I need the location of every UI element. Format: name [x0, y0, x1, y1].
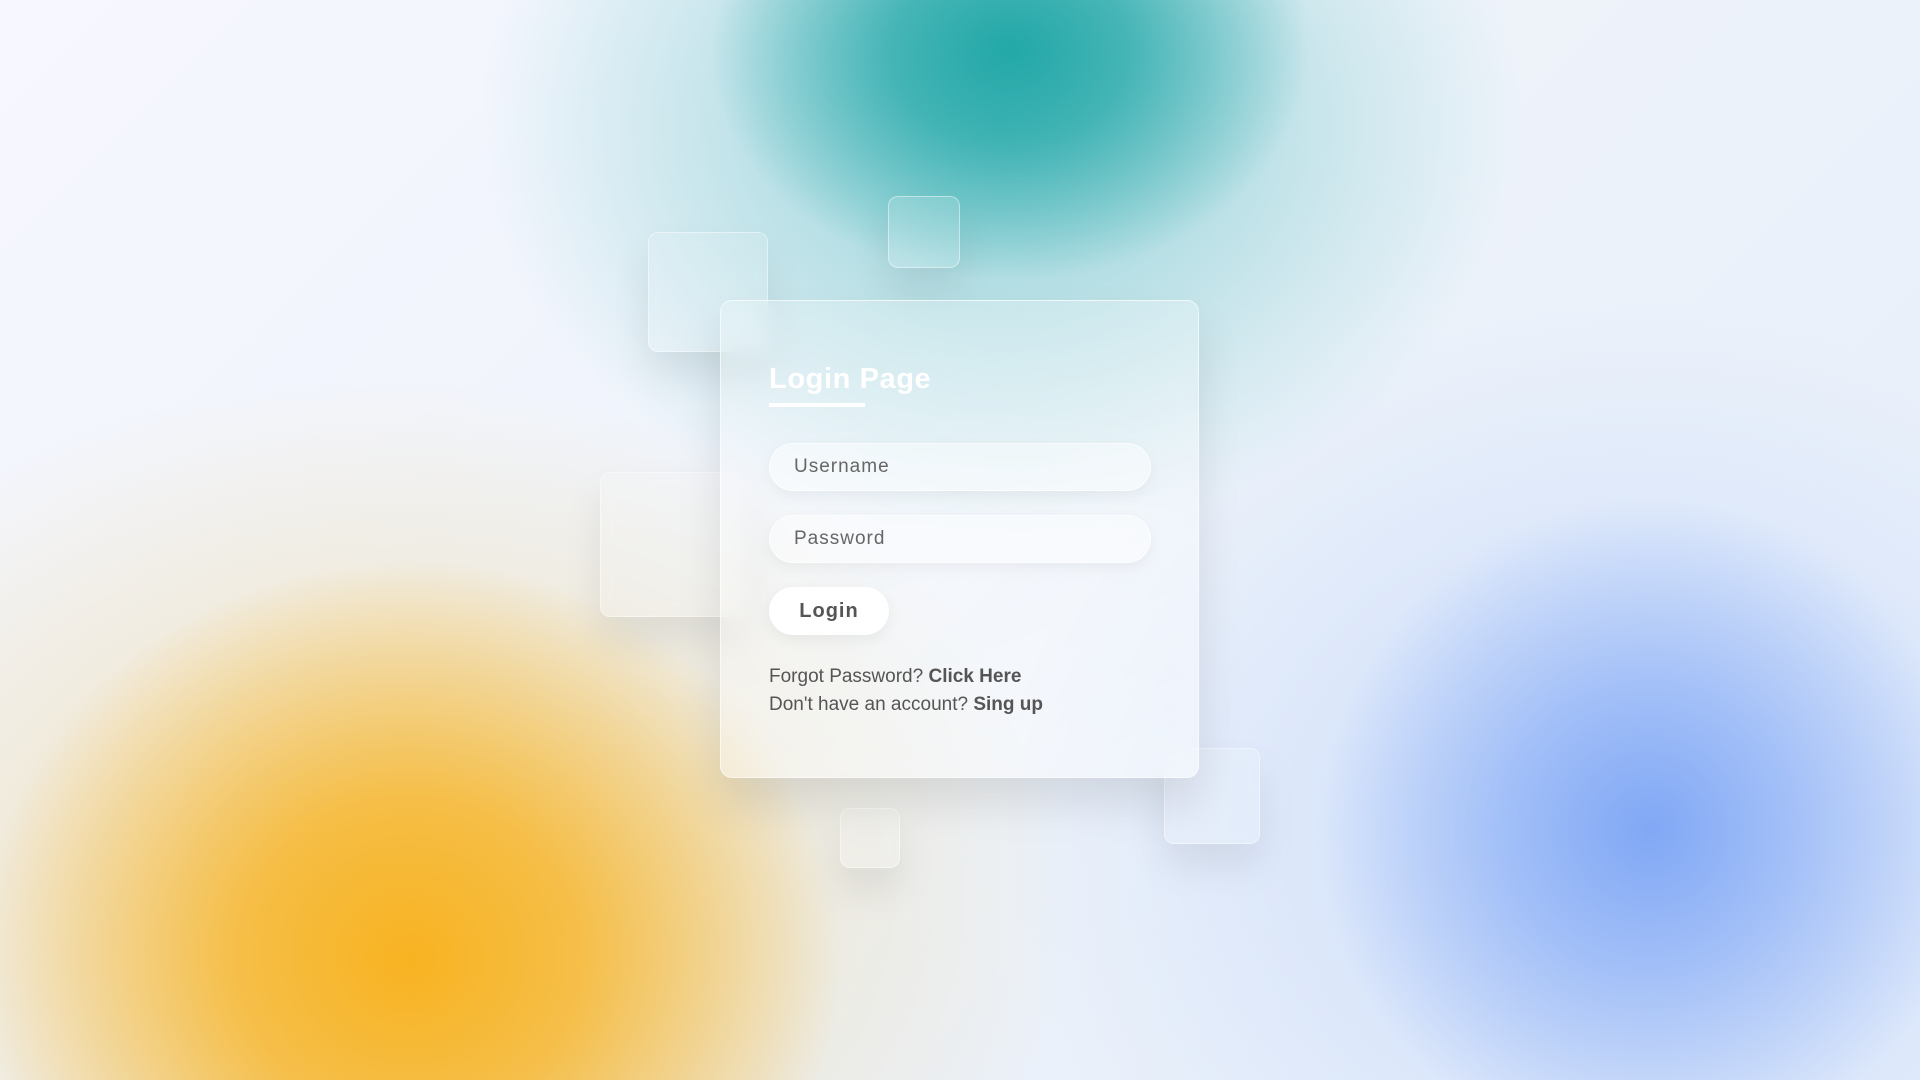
forgot-password-text: Forgot Password?: [769, 666, 924, 687]
no-account-text: Don't have an account?: [769, 694, 969, 715]
decorative-glass-square: [888, 196, 960, 268]
page-title: Login Page: [769, 363, 932, 395]
decorative-glass-square: [840, 808, 900, 868]
username-input[interactable]: [769, 443, 1151, 491]
forgot-password-line: Forgot Password? Click Here: [769, 663, 1150, 691]
signup-link[interactable]: Sing up: [973, 694, 1043, 715]
forgot-password-link[interactable]: Click Here: [928, 666, 1021, 687]
login-button[interactable]: Login: [769, 587, 889, 635]
login-card: Login Page Login Forgot Password? Click …: [720, 300, 1199, 778]
title-underline: [769, 403, 865, 407]
signup-line: Don't have an account? Sing up: [769, 691, 1150, 719]
password-input[interactable]: [769, 515, 1151, 563]
help-links: Forgot Password? Click Here Don't have a…: [769, 663, 1150, 719]
